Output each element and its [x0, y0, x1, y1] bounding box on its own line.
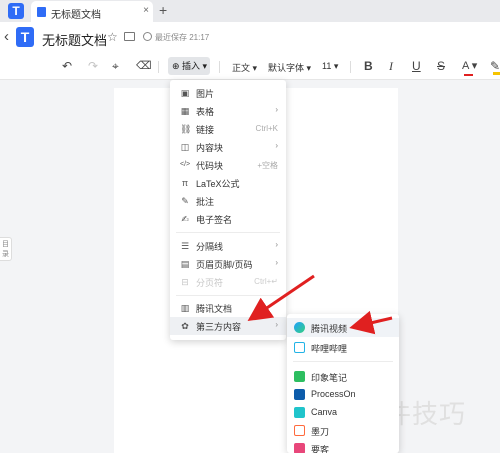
shortcut-hint: +空格: [257, 161, 278, 170]
move-to-folder-icon[interactable]: [124, 32, 135, 41]
bold-button[interactable]: B: [364, 59, 373, 73]
submenu-item-evernote[interactable]: 印象笔记: [287, 367, 399, 386]
document-icon: [37, 7, 46, 17]
signature-icon: ✍: [181, 214, 189, 224]
document-title[interactable]: 无标题文档: [42, 30, 107, 49]
outline-tab[interactable]: 目录: [0, 237, 12, 261]
tab-untitled-document[interactable]: 无标题文档 ×: [31, 1, 153, 22]
chevron-right-icon: ›: [275, 258, 278, 267]
new-tab-button[interactable]: +: [159, 2, 167, 18]
shortcut-hint: Ctrl+K: [255, 124, 278, 133]
header-footer-icon: ▤: [180, 259, 190, 269]
highlight-icon[interactable]: ✎: [490, 59, 500, 73]
toolbar-divider: [158, 61, 159, 73]
menu-item-code-block[interactable]: </> 代码块 +空格: [170, 156, 286, 174]
tab-label: 无标题文档: [51, 10, 101, 21]
submenu-item-yaoke[interactable]: 要客: [287, 439, 399, 453]
star-icon[interactable]: ☆: [107, 30, 118, 44]
bilibili-icon: [294, 342, 305, 353]
menu-item-tencent-docs[interactable]: ▥ 腾讯文档: [170, 299, 286, 317]
canva-icon: [294, 407, 305, 418]
yaoke-icon: [294, 443, 305, 453]
tencent-docs-logo[interactable]: T: [16, 27, 34, 47]
paragraph-style-select[interactable]: 正文 ▾: [232, 61, 257, 74]
menu-item-table[interactable]: ▦ 表格 ›: [170, 102, 286, 120]
chevron-right-icon: ›: [275, 141, 278, 150]
back-icon[interactable]: ‹: [4, 28, 9, 45]
processon-icon: [294, 389, 305, 400]
shortcut-hint: Ctrl+↵: [254, 277, 278, 286]
content-block-icon: ◫: [180, 142, 190, 152]
pi-icon: π: [181, 178, 189, 188]
italic-button[interactable]: I: [389, 59, 393, 73]
undo-button[interactable]: ↶: [62, 59, 72, 73]
menu-item-link[interactable]: ⛓ 链接 Ctrl+K: [170, 120, 286, 138]
menu-item-third-party[interactable]: ✿ 第三方内容 ›: [170, 317, 286, 335]
menu-divider: [176, 295, 280, 296]
redo-button[interactable]: ↷: [88, 59, 98, 73]
chevron-right-icon: ›: [275, 240, 278, 249]
tencent-video-icon: [294, 322, 305, 333]
third-party-submenu: 腾讯视频 哔哩哔哩 印象笔记 ProcessOn Canva 墨刀 要客: [287, 314, 399, 453]
menu-item-divider-line[interactable]: ☰ 分隔线 ›: [170, 237, 286, 255]
format-painter-button[interactable]: ⌖: [112, 59, 119, 73]
underline-button[interactable]: U: [412, 59, 421, 73]
chevron-right-icon: ›: [275, 105, 278, 114]
tencent-docs-icon: ▥: [180, 303, 190, 313]
modao-icon: [294, 425, 305, 436]
menu-item-page-break[interactable]: ⊟ 分页符 Ctrl+↵: [170, 273, 286, 291]
document-header: ‹ T 无标题文档 ☆ 最近保存 21:17: [0, 22, 500, 53]
menu-divider: [293, 361, 393, 362]
strikethrough-button[interactable]: S: [437, 59, 445, 73]
menu-item-header-footer[interactable]: ▤ 页眉页脚/页码 ›: [170, 255, 286, 273]
link-icon: ⛓: [180, 124, 192, 134]
divider-line-icon: ☰: [180, 241, 190, 251]
app-logo-icon[interactable]: T: [8, 3, 24, 19]
menu-item-latex[interactable]: π LaTeX公式: [170, 174, 286, 192]
submenu-item-canva[interactable]: Canva: [287, 403, 399, 422]
menu-item-content-block[interactable]: ◫ 内容块 ›: [170, 138, 286, 156]
page-break-icon: ⊟: [181, 277, 189, 287]
chevron-right-icon: ›: [275, 320, 278, 329]
clear-format-button[interactable]: ⌫: [136, 59, 152, 73]
menu-item-image[interactable]: ▣ 图片: [170, 84, 286, 102]
menu-divider: [176, 232, 280, 233]
table-icon: ▦: [180, 106, 190, 116]
evernote-icon: [294, 371, 305, 382]
comment-icon: ✎: [181, 196, 189, 206]
browser-tabbar: T 无标题文档 × +: [0, 0, 500, 22]
submenu-item-processon[interactable]: ProcessOn: [287, 385, 399, 404]
image-icon: ▣: [180, 88, 190, 98]
submenu-item-tencent-video[interactable]: 腾讯视频: [287, 318, 399, 337]
toolbar-divider: [219, 61, 220, 73]
menu-item-comment[interactable]: ✎ 批注: [170, 192, 286, 210]
save-status: 最近保存 21:17: [143, 32, 209, 43]
format-toolbar: ↶ ↷ ⌖ ⌫ ⊕ 插入 ▾ 正文 ▾ 默认字体 ▾ 11 ▾ B I U S …: [0, 53, 500, 80]
toolbar-divider: [350, 61, 351, 73]
font-family-select[interactable]: 默认字体 ▾: [268, 61, 311, 74]
cloud-check-icon: [143, 32, 152, 41]
font-color-swatch: [464, 74, 473, 76]
submenu-item-bilibili[interactable]: 哔哩哔哩: [287, 338, 399, 357]
font-color-button[interactable]: A ▾: [462, 59, 477, 73]
close-icon[interactable]: ×: [143, 5, 149, 16]
menu-item-e-signature[interactable]: ✍ 电子签名: [170, 210, 286, 228]
submenu-item-modao[interactable]: 墨刀: [287, 421, 399, 440]
font-size-select[interactable]: 11 ▾: [322, 61, 338, 72]
insert-menu: ▣ 图片 ▦ 表格 › ⛓ 链接 Ctrl+K ◫ 内容块 › </> 代码块 …: [170, 80, 286, 340]
puzzle-icon: ✿: [181, 321, 189, 331]
highlight-swatch: [493, 72, 500, 75]
insert-button[interactable]: ⊕ 插入 ▾: [168, 57, 210, 75]
code-icon: </>: [180, 161, 191, 168]
